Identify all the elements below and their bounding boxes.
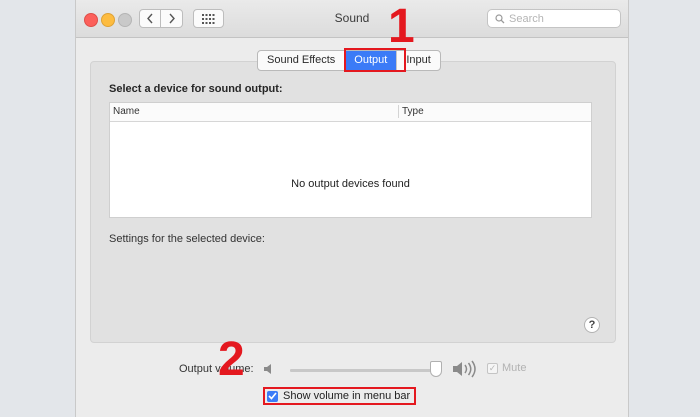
- title-bar: Sound: [76, 0, 628, 38]
- help-icon[interactable]: ?: [584, 317, 600, 333]
- volume-slider-fill: [290, 369, 436, 372]
- step-2-annotation: 2: [218, 333, 245, 386]
- column-header-name[interactable]: Name: [113, 106, 140, 117]
- volume-slider-knob[interactable]: [429, 361, 442, 377]
- mute-checkbox[interactable]: ✓ Mute: [487, 362, 526, 374]
- search-field[interactable]: [487, 9, 621, 28]
- column-header-type[interactable]: Type: [402, 106, 424, 117]
- search-icon: [495, 13, 505, 24]
- table-header: Name Type: [110, 103, 591, 122]
- search-input[interactable]: [509, 12, 609, 25]
- settings-label: Settings for the selected device:: [109, 233, 265, 245]
- section-title: Select a device for sound output:: [109, 83, 283, 95]
- tab-sound-effects[interactable]: Sound Effects: [258, 51, 346, 70]
- mute-check-icon: ✓: [487, 362, 498, 374]
- empty-message: No output devices found: [291, 178, 410, 190]
- speaker-low-icon: [263, 362, 277, 381]
- speaker-high-icon: [452, 360, 480, 383]
- show-volume-in-menu-bar-checkbox[interactable]: Show volume in menu bar: [263, 387, 417, 405]
- output-device-table[interactable]: Name Type No output devices found: [109, 102, 592, 218]
- checkmark-icon: [267, 390, 278, 402]
- step-1-annotation: 1: [388, 0, 415, 53]
- sound-preferences-window: Sound Sound Effects Output Input Select …: [75, 0, 629, 417]
- mute-label: Mute: [502, 362, 527, 374]
- show-volume-label: Show volume in menu bar: [283, 390, 411, 402]
- volume-slider[interactable]: [290, 369, 440, 372]
- column-divider: [398, 105, 399, 118]
